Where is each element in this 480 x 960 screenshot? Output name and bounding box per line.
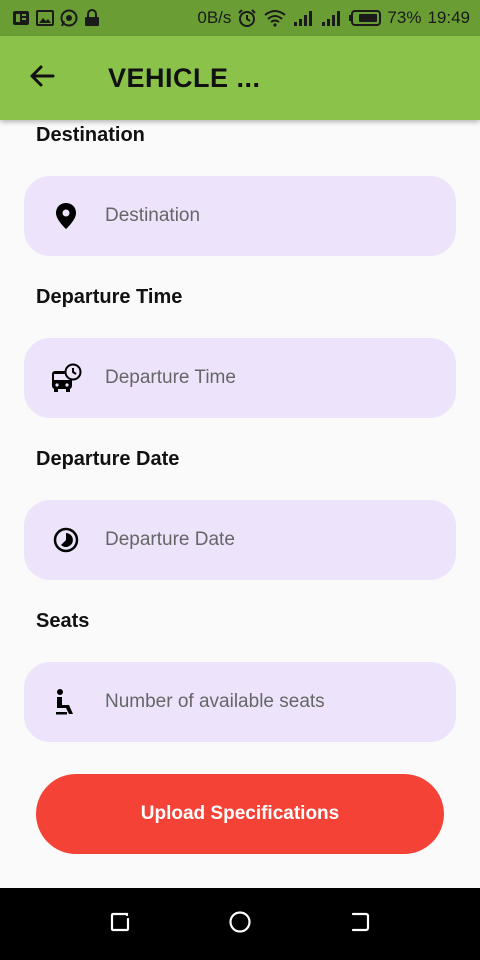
seats-input[interactable] <box>105 691 435 713</box>
recent-apps-icon <box>109 911 131 938</box>
signal-icon-2 <box>321 10 343 26</box>
battery-percent: 73% <box>387 8 422 27</box>
back-nav-button[interactable] <box>336 900 384 948</box>
destination-field[interactable] <box>24 176 456 256</box>
upload-specifications-button[interactable]: Upload Specifications <box>36 774 444 854</box>
page-title: VEHICLE ... <box>108 62 261 93</box>
lock-icon <box>84 9 100 27</box>
destination-label: Destination <box>36 124 145 146</box>
seats-field[interactable] <box>24 662 456 742</box>
back-nav-icon <box>349 911 371 938</box>
departure-time-label: Departure Time <box>36 286 183 308</box>
whatsapp-icon <box>60 9 78 27</box>
departure-time-input[interactable] <box>105 367 435 389</box>
location-pin-icon <box>49 199 83 233</box>
status-left-icons <box>12 9 100 27</box>
status-bar: 0B/s 73% 19:49 <box>0 0 480 36</box>
news-icon <box>12 10 30 26</box>
clock: 19:49 <box>427 8 470 27</box>
system-nav-bar <box>0 888 480 960</box>
recent-apps-button[interactable] <box>96 900 144 948</box>
signal-icon <box>293 10 315 26</box>
form-content: Destination Departure Time Departure Dat… <box>0 120 480 888</box>
app-bar: VEHICLE ... <box>0 36 480 120</box>
back-button[interactable] <box>0 36 84 120</box>
departure-time-field[interactable] <box>24 338 456 418</box>
bus-clock-icon <box>49 361 83 395</box>
image-icon <box>36 10 54 26</box>
wifi-icon <box>263 9 287 27</box>
departure-date-input[interactable] <box>105 529 435 551</box>
battery-icon <box>349 10 382 26</box>
seats-label: Seats <box>36 610 90 632</box>
status-right-icons: 0B/s 73% 19:49 <box>197 8 470 28</box>
net-speed: 0B/s <box>197 8 232 27</box>
destination-input[interactable] <box>105 205 435 227</box>
departure-date-label: Departure Date <box>36 448 180 470</box>
arrow-back-icon <box>28 62 56 95</box>
home-button[interactable] <box>216 900 264 948</box>
seat-icon <box>49 685 83 719</box>
home-circle-icon <box>228 910 252 939</box>
alarm-icon <box>237 8 257 28</box>
departure-date-field[interactable] <box>24 500 456 580</box>
timelapse-icon <box>49 523 83 557</box>
